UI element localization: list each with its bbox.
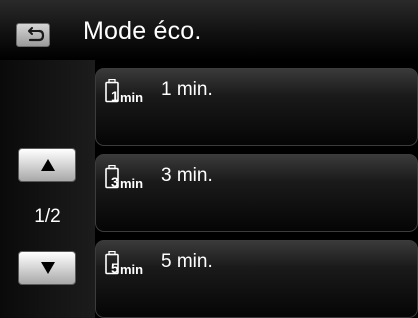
page-indicator: 1/2 (34, 206, 61, 227)
triangle-up-icon (41, 159, 55, 171)
option-label: 1 min. (161, 79, 213, 100)
battery-icon: 1 min (105, 78, 149, 105)
battery-icon: 5 min (105, 250, 149, 277)
battery-icon: 3 min (105, 164, 149, 191)
icon-unit: min (120, 262, 144, 277)
header-bar: Mode éco. (0, 0, 418, 60)
back-arrow-icon (28, 27, 45, 42)
icon-number: 1 (111, 88, 119, 104)
page-up-button[interactable] (18, 148, 76, 182)
page-down-button[interactable] (18, 251, 76, 285)
icon-number: 3 (111, 174, 119, 190)
option-label: 3 min. (161, 165, 213, 186)
icon-number: 5 (111, 260, 119, 276)
triangle-down-icon (41, 262, 55, 274)
icon-unit: min (120, 90, 144, 105)
option-label: 5 min. (161, 251, 213, 272)
back-button[interactable] (16, 23, 50, 47)
icon-unit: min (120, 176, 144, 191)
pagination-panel: 1/2 (0, 60, 95, 318)
option-item-3min[interactable]: 3 min 3 min. (95, 154, 418, 232)
option-item-1min[interactable]: 1 min 1 min. (95, 68, 418, 146)
page-title: Mode éco. (83, 17, 202, 45)
option-item-5min[interactable]: 5 min 5 min. (95, 240, 418, 318)
